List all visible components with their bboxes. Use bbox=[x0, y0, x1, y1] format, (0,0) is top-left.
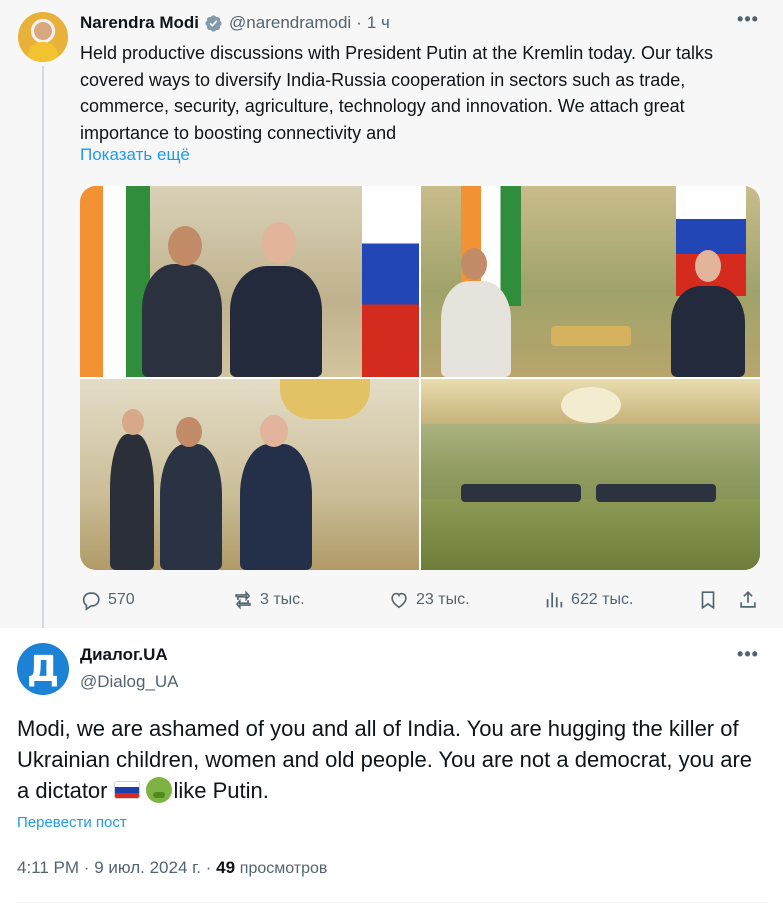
show-more-link[interactable]: Показать ещё bbox=[80, 145, 190, 165]
separator: · bbox=[356, 13, 362, 32]
heart-icon bbox=[391, 592, 407, 609]
avatar[interactable]: Д bbox=[17, 643, 69, 695]
share-icon bbox=[740, 591, 756, 608]
bookmark-icon bbox=[701, 591, 715, 610]
views-count: 622 тыс. bbox=[571, 591, 634, 608]
russia-flag-emoji-icon bbox=[113, 781, 140, 799]
reply-count: 570 bbox=[108, 591, 135, 608]
views-label: просмотров bbox=[239, 860, 328, 877]
share-button[interactable] bbox=[737, 588, 759, 612]
like-count: 23 тыс. bbox=[416, 591, 470, 608]
repost-icon bbox=[235, 590, 251, 610]
tweet-actions: 570 3 тыс. 23 тыс. 622 тыс. bbox=[0, 588, 783, 612]
reply-button[interactable]: 570 bbox=[80, 588, 135, 612]
tweet-header: Narendra Modi @narendramodi · 1 ч bbox=[80, 12, 390, 34]
tweet-text: Modi, we are ashamed of you and all of I… bbox=[17, 713, 767, 806]
more-options-icon[interactable]: ••• bbox=[737, 645, 759, 669]
repost-button[interactable]: 3 тыс. bbox=[232, 588, 305, 612]
tweet-time[interactable]: 4:11 PM bbox=[17, 858, 79, 877]
author-name[interactable]: Диалог.UA bbox=[80, 645, 168, 665]
translate-post-link[interactable]: Перевести пост bbox=[17, 814, 127, 831]
tweet-text: Held productive discussions with Preside… bbox=[80, 43, 713, 143]
more-options-icon[interactable]: ••• bbox=[737, 10, 759, 34]
parent-tweet[interactable]: Narendra Modi @narendramodi · 1 ч ••• He… bbox=[0, 0, 783, 628]
views-count: 49 bbox=[216, 858, 236, 877]
author-handle[interactable]: @narendramodi bbox=[229, 13, 351, 33]
author-name[interactable]: Narendra Modi bbox=[80, 13, 199, 33]
nauseated-face-emoji-icon bbox=[145, 777, 172, 803]
photo-walking[interactable] bbox=[80, 379, 419, 570]
views-button[interactable]: 622 тыс. bbox=[543, 588, 633, 612]
photo-kremlin-hall[interactable] bbox=[421, 379, 760, 570]
tweet-date[interactable]: 9 июл. 2024 г. bbox=[94, 858, 201, 877]
thread-line bbox=[42, 66, 44, 628]
tweet-time[interactable]: 1 ч bbox=[367, 13, 390, 33]
photo-handshake[interactable] bbox=[80, 186, 419, 377]
avatar[interactable] bbox=[18, 12, 68, 62]
tweet-meta: 4:11 PM · 9 июл. 2024 г. · 49 просмотров bbox=[17, 858, 328, 877]
bookmark-button[interactable] bbox=[697, 588, 719, 612]
repost-count: 3 тыс. bbox=[260, 591, 305, 608]
tweet-text-tail: like Putin. bbox=[173, 778, 269, 803]
author-handle[interactable]: @Dialog_UA bbox=[80, 672, 179, 692]
divider bbox=[17, 902, 767, 903]
media-grid bbox=[80, 186, 760, 570]
verified-badge-icon bbox=[205, 14, 222, 32]
like-button[interactable]: 23 тыс. bbox=[388, 588, 470, 612]
views-chart-icon bbox=[546, 592, 563, 608]
reply-icon bbox=[82, 592, 100, 611]
photo-seated-talks[interactable] bbox=[421, 186, 760, 377]
